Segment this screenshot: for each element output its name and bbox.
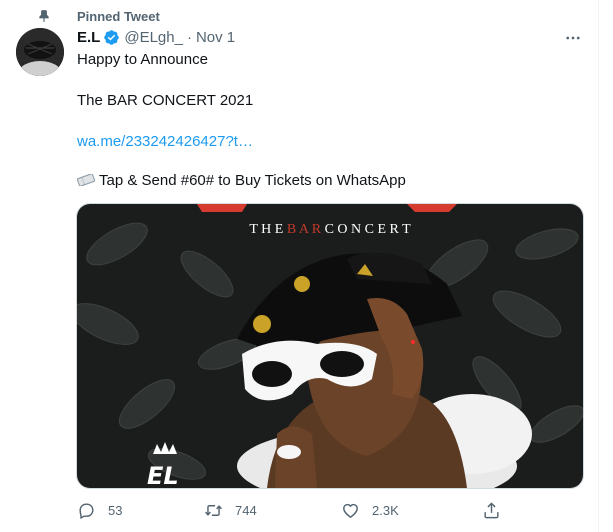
reply-button[interactable]: 53 <box>77 498 122 522</box>
concert-poster: T H E B A R C O N C E R T EL <box>77 204 583 488</box>
like-icon <box>343 503 358 518</box>
tweet-date[interactable]: Nov 1 <box>196 29 235 46</box>
poster-title: T H E B A R C O N C E R T <box>249 222 411 237</box>
pinned-indicator <box>37 8 51 24</box>
retweet-button[interactable]: 744 <box>204 498 257 522</box>
retweet-icon <box>205 504 222 516</box>
reply-icon <box>79 502 94 519</box>
author-name[interactable]: E.L <box>77 29 100 46</box>
pinned-tweet-label: Pinned Tweet <box>77 9 160 24</box>
share-icon <box>484 502 499 518</box>
like-count: 2.3K <box>372 502 399 518</box>
like-button[interactable]: 2.3K <box>341 498 399 522</box>
ticket-icon <box>77 174 95 186</box>
header-separator: · <box>186 29 192 46</box>
reply-count: 53 <box>108 502 123 518</box>
tweet-header: E.L @ELgh_ · Nov 1 <box>77 29 235 46</box>
share-button[interactable] <box>482 498 513 522</box>
svg-text:EL: EL <box>147 462 179 488</box>
tweet-link[interactable]: wa.me/233242426427?t… <box>77 133 253 150</box>
verified-badge-icon <box>104 30 120 45</box>
timeline-divider <box>598 0 599 532</box>
tweet-text-line-1: Happy to Announce <box>77 51 208 68</box>
more-icon <box>566 36 580 40</box>
avatar[interactable] <box>16 28 64 76</box>
author-handle[interactable]: @ELgh_ <box>124 29 183 46</box>
more-button[interactable] <box>563 28 583 48</box>
tweet-text-line-2: The BAR CONCERT 2021 <box>77 92 254 109</box>
retweet-count: 744 <box>235 502 257 518</box>
tweet-media-image[interactable]: T H E B A R C O N C E R T EL <box>76 203 584 489</box>
tweet-text-line-3: Tap & Send #60# to Buy Tickets on WhatsA… <box>77 172 406 189</box>
tweet-text-line-3-label: Tap & Send #60# to Buy Tickets on WhatsA… <box>99 172 406 189</box>
pin-icon <box>39 10 49 22</box>
